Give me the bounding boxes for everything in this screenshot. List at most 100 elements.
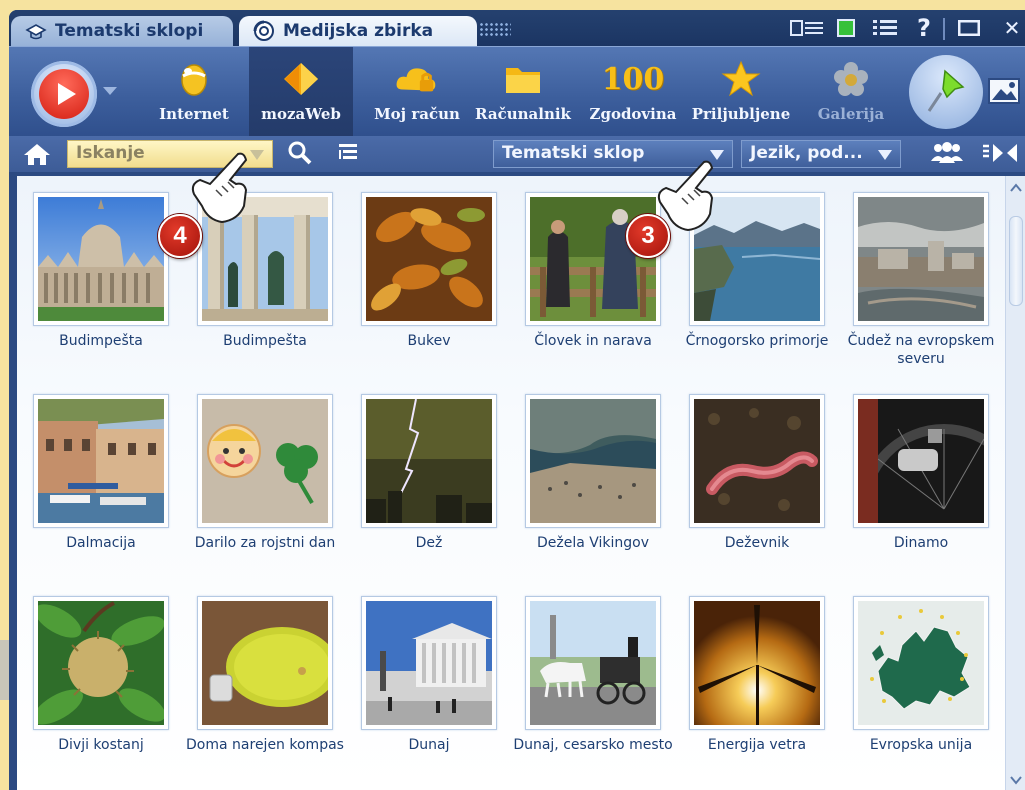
thumbnail[interactable]	[689, 394, 825, 528]
list-view-icon[interactable]	[787, 15, 827, 41]
cloud-lock-icon	[395, 59, 439, 99]
callout-badge: 4	[158, 214, 202, 258]
pin-button[interactable]	[909, 55, 983, 129]
tile-caption: Čudež na evropskem severu	[847, 333, 995, 367]
media-tile[interactable]: Dunaj, cesarsko mesto	[513, 596, 673, 754]
tile-caption: Deževnik	[724, 535, 790, 551]
tile-caption: Budimpešta	[59, 333, 143, 349]
mouse-icon	[172, 59, 216, 99]
media-tile[interactable]: Deževnik	[677, 394, 837, 552]
close-button[interactable]: ✕	[999, 15, 1025, 41]
thumbnail[interactable]	[33, 394, 169, 528]
tile-caption: Darilo za rojstni dan	[194, 535, 336, 551]
menu-list-icon[interactable]	[871, 15, 899, 41]
priljubljene-button[interactable]: Priljubljene	[689, 47, 793, 137]
thumbnail[interactable]	[361, 192, 497, 326]
media-grid: Budimpešta Budimpešta Bukev Človek in na…	[17, 176, 1025, 790]
arrows-icon[interactable]	[981, 141, 1021, 171]
home-icon[interactable]	[23, 142, 51, 170]
thumbnail[interactable]	[525, 394, 661, 528]
cap-icon	[25, 20, 47, 42]
thumbnail[interactable]	[197, 394, 333, 528]
scroll-up-icon[interactable]	[1009, 180, 1023, 194]
history-icon: 100	[598, 59, 668, 99]
mozaweb-button[interactable]: mozaWeb	[249, 47, 353, 137]
media-tile[interactable]: Čudež na evropskem severu	[841, 192, 1001, 368]
app-window: Tematski sklopi Medijska zbirka ? ✕ Inte…	[9, 10, 1025, 790]
tile-caption: Dež	[415, 535, 443, 551]
list-icon[interactable]	[337, 142, 359, 168]
wind-energy-image	[694, 601, 820, 725]
separator	[943, 18, 945, 40]
media-tile[interactable]: Dež	[349, 394, 509, 552]
media-tile[interactable]: Energija vetra	[677, 596, 837, 754]
thumbnail[interactable]	[853, 596, 989, 730]
theme-dropdown-label: Tematski sklop	[502, 143, 645, 163]
vertical-scrollbar[interactable]	[1005, 176, 1025, 790]
users-icon[interactable]	[929, 141, 965, 171]
thumbnail[interactable]	[33, 596, 169, 730]
language-dropdown[interactable]: Jezik, pod...	[741, 140, 901, 168]
tab-tematski-sklopi[interactable]: Tematski sklopi	[11, 16, 233, 46]
tab-grip[interactable]	[479, 22, 511, 36]
window-icon[interactable]	[955, 15, 983, 41]
vienna-carriage-image	[530, 601, 656, 725]
media-tile[interactable]: Dunaj	[349, 596, 509, 754]
thumbnail[interactable]	[197, 596, 338, 730]
thumbnail[interactable]	[525, 192, 661, 326]
tile-caption: Dežela Vikingov	[536, 535, 650, 551]
search-icon[interactable]	[287, 140, 313, 170]
toolbar-label: Računalnik	[475, 105, 571, 123]
media-tile[interactable]: Dalmacija	[21, 394, 181, 552]
play-button[interactable]	[31, 61, 97, 127]
moj-racun-button[interactable]: Moj račun	[365, 47, 469, 137]
media-tile[interactable]: Dežela Vikingov	[513, 394, 673, 552]
media-tile[interactable]: Bukev	[349, 192, 509, 350]
viking-fjord-image	[530, 399, 656, 523]
tile-caption: Dunaj, cesarsko mesto	[513, 737, 673, 753]
tab-bar: Tematski sklopi Medijska zbirka ? ✕	[9, 10, 1025, 46]
help-button[interactable]: ?	[913, 14, 935, 42]
thumbnail[interactable]	[525, 596, 661, 730]
media-tile[interactable]: Darilo za rojstni dan	[185, 394, 345, 552]
tab-medijska-zbirka[interactable]: Medijska zbirka	[239, 16, 477, 46]
tile-caption: Dalmacija	[66, 535, 136, 551]
tile-caption: Divji kostanj	[58, 737, 144, 753]
background-window-edge	[0, 640, 9, 700]
homemade-compass-image	[202, 601, 338, 725]
history-icon-text: 100	[601, 61, 665, 97]
chevron-down-icon[interactable]	[250, 150, 264, 160]
thumbnail[interactable]	[689, 596, 825, 730]
image-icon[interactable]	[985, 61, 1025, 123]
chevron-down-icon[interactable]	[103, 87, 117, 95]
scroll-down-icon[interactable]	[1009, 772, 1023, 786]
zgodovina-button[interactable]: 100 Zgodovina	[581, 47, 685, 137]
play-icon	[39, 69, 89, 119]
nordic-industry-image	[858, 197, 984, 321]
thumbnail[interactable]	[853, 394, 1025, 594]
racunalnik-button[interactable]: Računalnik	[471, 47, 575, 137]
rain-lightning-image	[366, 398, 492, 523]
media-tile[interactable]: Doma narejen kompas	[185, 596, 345, 754]
media-tile[interactable]: Evropska unija	[841, 596, 1001, 754]
thumbnail[interactable]	[361, 394, 497, 528]
budapest-parliament-image	[38, 197, 164, 321]
thumbnail[interactable]	[853, 192, 989, 326]
green-square-icon[interactable]	[835, 15, 857, 41]
thumbnail[interactable]	[33, 192, 169, 326]
media-tile[interactable]: Divji kostanj	[21, 596, 181, 754]
folder-icon	[501, 59, 545, 99]
scrollbar-thumb[interactable]	[1009, 216, 1023, 306]
flower-icon	[829, 59, 873, 99]
internet-button[interactable]: Internet	[149, 47, 239, 137]
tile-caption: Evropska unija	[869, 737, 973, 753]
toolbar-label: Zgodovina	[589, 105, 677, 123]
language-dropdown-label: Jezik, pod...	[750, 143, 863, 163]
media-tile[interactable]: Dinamo	[841, 394, 1025, 594]
galerija-button[interactable]: Galerija	[799, 47, 903, 137]
media-tile[interactable]: Budimpešta	[21, 192, 181, 350]
birthday-gift-image	[202, 399, 328, 523]
toolbar-label: mozaWeb	[261, 105, 341, 123]
toolbar-label: Priljubljene	[691, 105, 791, 123]
thumbnail[interactable]	[361, 596, 497, 730]
